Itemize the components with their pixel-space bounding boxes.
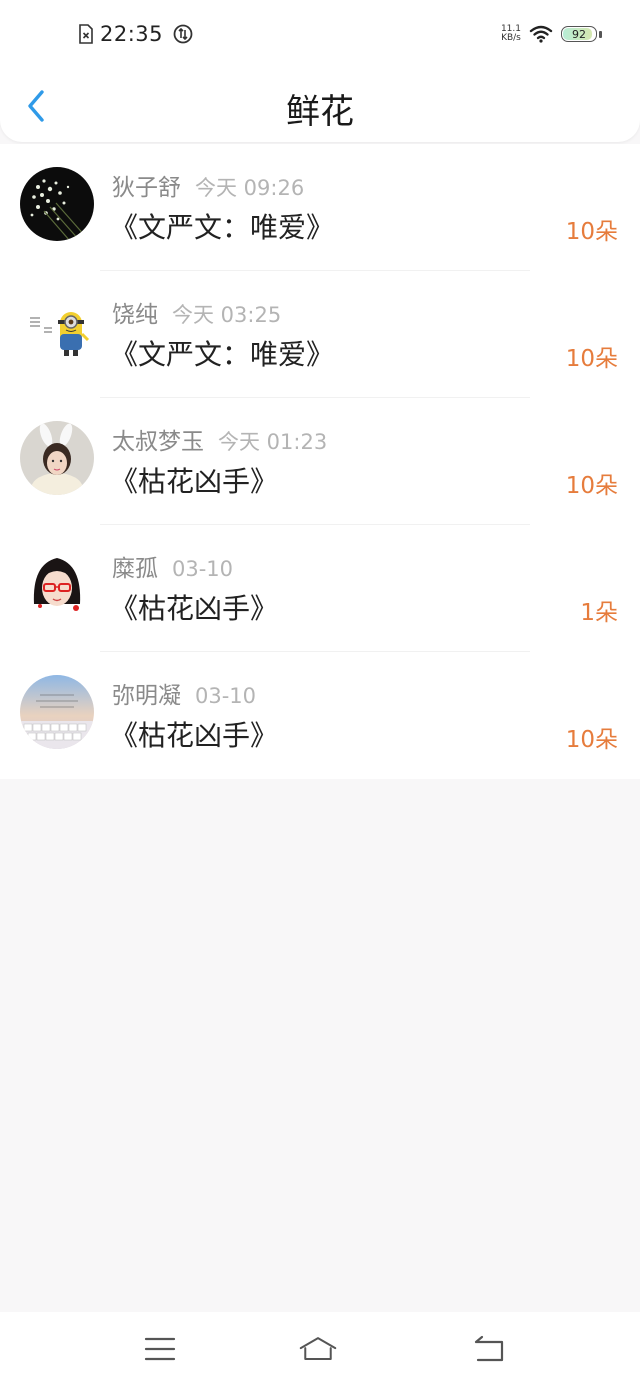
avatar[interactable] xyxy=(20,294,94,368)
battery-indicator: 92 xyxy=(561,26,597,42)
menu-button[interactable] xyxy=(140,1332,180,1366)
return-icon xyxy=(474,1335,504,1362)
sender-name: 弥明凝 03-10 xyxy=(112,683,257,709)
menu-icon xyxy=(144,1337,176,1361)
flower-count: 10朵 xyxy=(565,219,618,245)
send-time: 03-10 xyxy=(172,557,234,581)
wifi-icon xyxy=(529,25,553,43)
work-title: 《文严文：唯爱》 xyxy=(110,338,335,371)
girl-bunny-ears-photo xyxy=(20,421,94,495)
minion-image xyxy=(20,294,94,368)
flower-record-list: 狄子舒 今天 09:26 《文严文：唯爱》 10朵 饶纯 今天 03:25 《文… xyxy=(0,144,640,779)
sender-name: 饶纯 今天 03:25 xyxy=(112,302,282,328)
work-title: 《枯花凶手》 xyxy=(110,592,279,625)
list-item[interactable]: 狄子舒 今天 09:26 《文严文：唯爱》 10朵 xyxy=(0,144,640,271)
system-nav-bar xyxy=(0,1312,640,1387)
flower-count: 10朵 xyxy=(565,473,618,499)
work-title: 《枯花凶手》 xyxy=(110,465,279,498)
work-title: 《文严文：唯爱》 xyxy=(110,211,335,244)
sender-name: 糜孤 03-10 xyxy=(112,556,234,582)
return-button[interactable] xyxy=(468,1332,508,1366)
battery-cap xyxy=(599,30,602,38)
flower-count: 10朵 xyxy=(565,727,618,753)
avatar[interactable] xyxy=(20,167,94,241)
battery-level: 92 xyxy=(572,27,586,41)
sender-name: 太叔梦玉 今天 01:23 xyxy=(112,429,328,455)
flower-count: 10朵 xyxy=(565,346,618,372)
sender-name: 狄子舒 今天 09:26 xyxy=(112,175,305,201)
network-speed: 11.1 KB/s xyxy=(500,24,521,43)
clock: 22:35 xyxy=(100,22,164,46)
flower-count: 1朵 xyxy=(580,600,618,626)
list-item[interactable]: 弥明凝 03-10 《枯花凶手》 10朵 xyxy=(0,652,640,779)
keyboard-sky-image xyxy=(20,675,94,749)
work-title: 《枯花凶手》 xyxy=(110,719,279,752)
header: 22:35 11.1 KB/s 92 鲜花 xyxy=(0,0,640,142)
list-item[interactable]: 糜孤 03-10 《枯花凶手》 1朵 xyxy=(0,525,640,652)
avatar[interactable] xyxy=(20,675,94,749)
data-sync-icon xyxy=(173,24,193,44)
page-title: 鲜花 xyxy=(286,92,354,132)
flowers-photo-image xyxy=(20,167,94,241)
list-item[interactable]: 太叔梦玉 今天 01:23 《枯花凶手》 10朵 xyxy=(0,398,640,525)
send-time: 今天 03:25 xyxy=(172,303,282,327)
list-item[interactable]: 饶纯 今天 03:25 《文严文：唯爱》 10朵 xyxy=(0,271,640,398)
avatar[interactable] xyxy=(20,421,94,495)
send-time: 今天 09:26 xyxy=(195,176,305,200)
send-time: 今天 01:23 xyxy=(218,430,328,454)
avatar[interactable] xyxy=(20,548,94,622)
no-sim-icon xyxy=(79,24,93,44)
cartoon-girl-glasses-image xyxy=(20,548,94,622)
status-bar: 22:35 11.1 KB/s 92 xyxy=(0,0,640,70)
home-icon xyxy=(299,1337,337,1360)
send-time: 03-10 xyxy=(195,684,257,708)
home-button[interactable] xyxy=(298,1332,338,1366)
